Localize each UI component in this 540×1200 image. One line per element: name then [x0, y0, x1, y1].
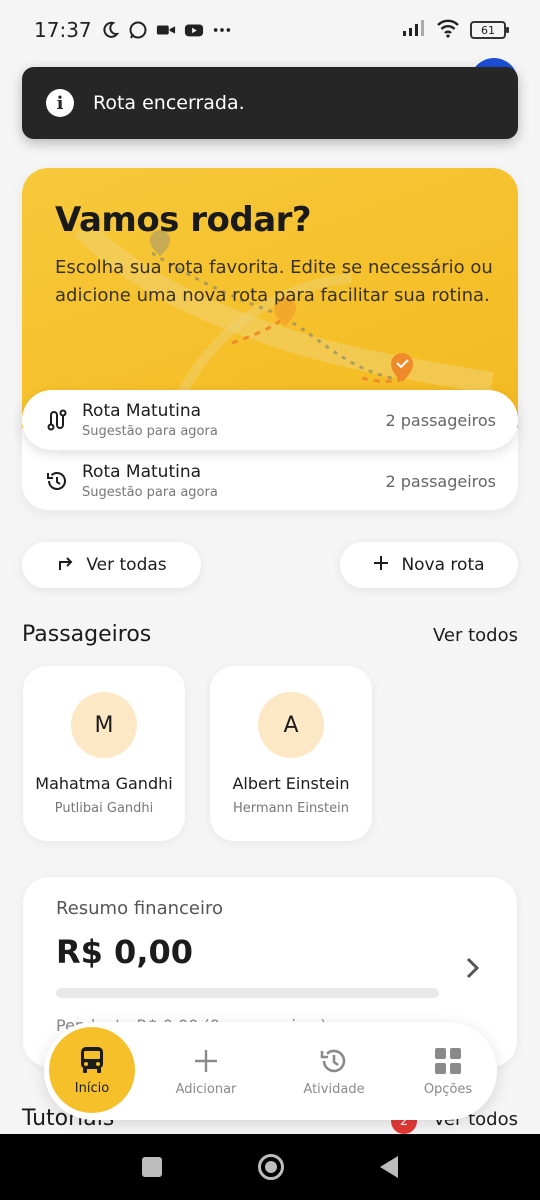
chevron-right-icon[interactable] [463, 953, 483, 983]
view-all-label: Ver todas [86, 555, 167, 575]
moon-icon [100, 20, 120, 40]
recent-apps-icon[interactable] [142, 1157, 162, 1177]
routes-card: Vamos rodar? Escolha sua rota favorita. … [22, 168, 518, 510]
finance-progress-bar [56, 988, 439, 998]
passenger-name: Mahatma Gandhi [35, 774, 173, 793]
finance-value: R$ 0,00 [56, 933, 193, 971]
wifi-icon [436, 18, 460, 43]
nav-options-label: Opções [423, 1081, 473, 1097]
passenger-card[interactable]: M Mahatma Gandhi Putlibai Gandhi [23, 666, 185, 841]
turn-arrow-icon [56, 554, 74, 577]
status-right: 61 [402, 18, 509, 43]
route-passenger-count: 2 passageiros [385, 410, 497, 430]
nav-activity[interactable]: Atividade [284, 1022, 384, 1120]
passenger-avatar: M [71, 692, 137, 758]
route-item[interactable]: Rota Matutina Sugestão para agora 2 pass… [22, 451, 518, 511]
youtube-icon [184, 20, 204, 40]
new-route-button[interactable]: Nova rota [340, 542, 518, 588]
route-texts: Rota Matutina Sugestão para agora [82, 401, 386, 439]
passenger-name: Albert Einstein [232, 774, 350, 793]
system-navigation-bar [0, 1134, 540, 1200]
nav-options[interactable]: Opções [398, 1022, 498, 1120]
toast-message: Rota encerrada. [93, 92, 245, 114]
back-icon[interactable] [380, 1156, 398, 1178]
passenger-avatar: A [258, 692, 324, 758]
video-icon [156, 20, 176, 40]
route-name: Rota Matutina [82, 462, 202, 482]
history-icon [319, 1046, 349, 1076]
nav-add-label: Adicionar [175, 1081, 237, 1097]
signal-icon [402, 18, 426, 42]
passenger-guardian: Hermann Einstein [233, 801, 349, 816]
plus-icon [373, 555, 389, 576]
route-passenger-count: 2 passageiros [385, 471, 497, 491]
route-subtitle: Sugestão para agora [82, 424, 218, 439]
battery-icon: 61 [470, 21, 509, 39]
route-item-active[interactable]: Rota Matutina Sugestão para agora 2 pass… [22, 390, 518, 450]
route-name: Rota Matutina [82, 401, 202, 421]
route-subtitle: Sugestão para agora [82, 485, 218, 500]
hero-title: Vamos rodar? [55, 200, 312, 240]
home-icon[interactable] [258, 1154, 284, 1180]
passengers-view-all-link[interactable]: Ver todos [433, 625, 518, 646]
info-icon: i [46, 89, 74, 117]
new-route-label: Nova rota [401, 555, 485, 575]
status-time: 17:37 [34, 18, 92, 42]
hero-description: Escolha sua rota favorita. Edite se nece… [55, 257, 493, 306]
finance-title: Resumo financeiro [56, 898, 224, 919]
passenger-guardian: Putlibai Gandhi [54, 801, 154, 816]
status-left: 17:37 [34, 18, 232, 42]
battery-level: 61 [481, 23, 495, 37]
route-icon [46, 409, 68, 431]
nav-home[interactable]: Início [49, 1027, 135, 1113]
route-texts: Rota Matutina Sugestão para agora [82, 462, 386, 500]
view-all-routes-button[interactable]: Ver todas [22, 542, 201, 588]
nav-home-label: Início [74, 1080, 110, 1096]
passenger-card[interactable]: A Albert Einstein Hermann Einstein [210, 666, 372, 841]
bottom-navigation: Início Adicionar Atividade Opções [44, 1022, 497, 1120]
toast-notification: i Rota encerrada. [22, 67, 518, 139]
whatsapp-icon [128, 20, 148, 40]
history-icon [46, 470, 68, 492]
grid-icon [433, 1046, 463, 1076]
status-bar: 17:37 61 [0, 0, 540, 60]
nav-add[interactable]: Adicionar [156, 1022, 256, 1120]
hero-banner: Vamos rodar? Escolha sua rota favorita. … [22, 168, 518, 428]
more-icon [212, 20, 232, 40]
passengers-title: Passageiros [22, 622, 152, 647]
plus-icon [191, 1046, 221, 1076]
bus-icon [77, 1045, 107, 1075]
nav-activity-label: Atividade [303, 1081, 365, 1097]
